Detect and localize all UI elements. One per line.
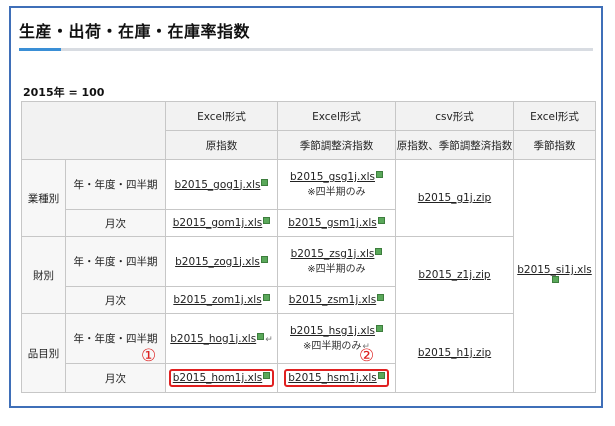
- table-cell: b2015_zsg1j.xls ※四半期のみ: [277, 236, 396, 287]
- period-label: 月次: [65, 209, 166, 237]
- table-cell: b2015_si1j.xls: [513, 159, 596, 393]
- col-header-format: Excel形式: [513, 101, 596, 131]
- download-link-z1j-zip[interactable]: b2015_z1j.zip: [418, 269, 490, 281]
- excel-icon: [375, 171, 383, 178]
- excel-icon: [260, 255, 268, 263]
- corner-cell: [21, 101, 166, 160]
- excel-icon: [377, 217, 385, 224]
- title-divider: [19, 48, 593, 51]
- quarterly-only-note: ※四半期のみ: [307, 264, 366, 275]
- table-cell: b2015_gsg1j.xls ※四半期のみ: [277, 159, 396, 210]
- table-cell: b2015_g1j.zip: [395, 159, 514, 237]
- download-link-zom1j[interactable]: b2015_zom1j.xls: [173, 294, 261, 306]
- download-link-h1j-zip[interactable]: b2015_h1j.zip: [418, 347, 491, 359]
- period-label: 年・年度・四半期: [65, 236, 166, 287]
- highlight-box-2: b2015_hsm1j.xls: [284, 369, 389, 387]
- table-cell: b2015_gog1j.xls: [165, 159, 278, 210]
- col-header-desc: 原指数、季節調整済指数: [395, 130, 514, 160]
- col-header-desc: 原指数: [165, 130, 278, 160]
- download-link-g1j-zip[interactable]: b2015_g1j.zip: [418, 192, 491, 204]
- period-label: 月次: [65, 363, 166, 393]
- col-header-format: csv形式: [395, 101, 514, 131]
- excel-icon: [377, 372, 385, 379]
- table-cell: b2015_hom1j.xls: [165, 363, 278, 393]
- table-cell: b2015_zsm1j.xls: [277, 286, 396, 314]
- group-label: 品目別: [21, 313, 66, 393]
- download-table: Excel形式 Excel形式 csv形式 Excel形式 原指数 季節調整済指…: [21, 101, 596, 393]
- col-header-desc: 季節指数: [513, 130, 596, 160]
- section-header: 生産・出荷・在庫・在庫率指数: [11, 8, 601, 51]
- excel-icon: [262, 294, 270, 301]
- col-header-format: Excel形式: [165, 101, 278, 131]
- excel-icon: [261, 178, 269, 186]
- download-link-zog1j[interactable]: b2015_zog1j.xls: [175, 256, 260, 268]
- excel-icon: [375, 248, 383, 255]
- annotation-marker-1: ①: [141, 346, 157, 366]
- download-link-gsg1j[interactable]: b2015_gsg1j.xls: [290, 171, 375, 183]
- highlight-box-1: b2015_hom1j.xls: [168, 369, 275, 387]
- download-link-gom1j[interactable]: b2015_gom1j.xls: [173, 217, 263, 229]
- table-cell: b2015_h1j.zip: [395, 313, 514, 393]
- download-link-hsm1j[interactable]: b2015_hsm1j.xls: [288, 372, 377, 384]
- col-header-format: Excel形式: [277, 101, 396, 131]
- table-cell: b2015_zom1j.xls: [165, 286, 278, 314]
- excel-icon: [263, 372, 271, 379]
- excel-icon: [263, 217, 271, 224]
- excel-icon: [377, 294, 385, 301]
- return-glyph-icon: ↵: [265, 334, 273, 345]
- base-year-label: 2015年 = 100: [23, 86, 105, 99]
- download-link-hom1j[interactable]: b2015_hom1j.xls: [173, 372, 262, 384]
- excel-icon: [551, 276, 559, 283]
- download-link-zsm1j[interactable]: b2015_zsm1j.xls: [289, 294, 376, 306]
- download-link-hog1j[interactable]: b2015_hog1j.xls: [170, 333, 256, 345]
- title-accent-bar: [19, 48, 61, 51]
- table-cell: b2015_gsm1j.xls: [277, 209, 396, 237]
- quarterly-only-note: ※四半期のみ: [307, 187, 366, 198]
- excel-icon: [375, 325, 383, 332]
- table-cell: b2015_z1j.zip: [395, 236, 514, 314]
- table-cell: b2015_hog1j.xls ↵: [165, 313, 278, 364]
- content-panel: 生産・出荷・在庫・在庫率指数 2015年 = 100 Excel形式 Excel…: [9, 6, 603, 408]
- group-label: 財別: [21, 236, 66, 314]
- table-cell: b2015_hsm1j.xls: [277, 363, 396, 393]
- col-header-desc: 季節調整済指数: [277, 130, 396, 160]
- table-cell: b2015_zog1j.xls: [165, 236, 278, 287]
- period-label: 月次: [65, 286, 166, 314]
- download-link-zsg1j[interactable]: b2015_zsg1j.xls: [291, 248, 375, 260]
- download-link-gog1j[interactable]: b2015_gog1j.xls: [175, 179, 261, 191]
- excel-icon: [257, 332, 265, 340]
- quarterly-only-note: ※四半期のみ: [303, 341, 362, 352]
- download-link-hsg1j[interactable]: b2015_hsg1j.xls: [290, 325, 375, 337]
- table-cell: b2015_hsg1j.xls ※四半期のみ↵: [277, 313, 396, 364]
- annotation-marker-2: ②: [359, 346, 375, 366]
- download-link-gsm1j[interactable]: b2015_gsm1j.xls: [288, 217, 377, 229]
- table-cell: b2015_gom1j.xls: [165, 209, 278, 237]
- page-title: 生産・出荷・在庫・在庫率指数: [19, 22, 251, 41]
- download-link-si1j[interactable]: b2015_si1j.xls: [517, 264, 592, 276]
- period-label: 年・年度・四半期: [65, 159, 166, 210]
- group-label: 業種別: [21, 159, 66, 237]
